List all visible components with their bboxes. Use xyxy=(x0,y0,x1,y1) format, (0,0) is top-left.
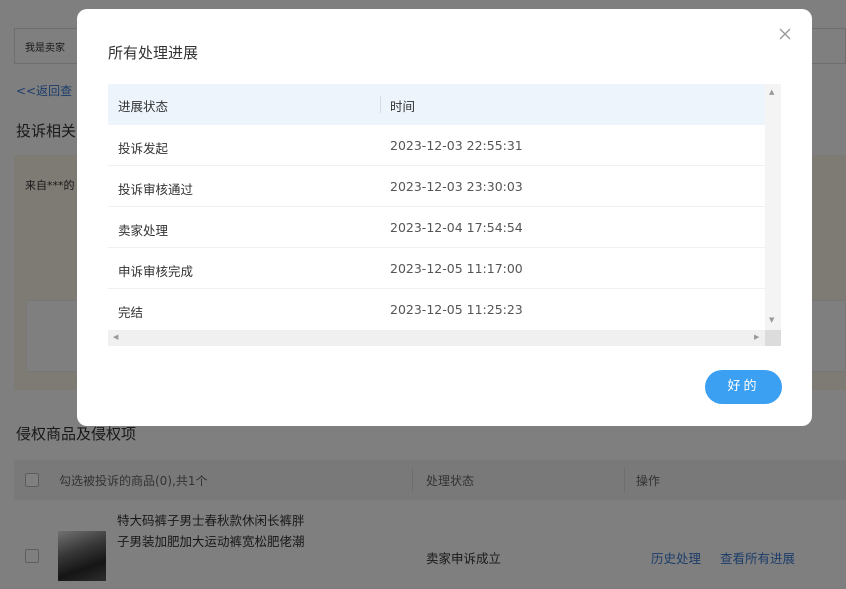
vertical-scrollbar[interactable]: ▲ ▼ xyxy=(765,84,781,330)
ok-button[interactable]: 好的 xyxy=(705,370,782,404)
dialog-title: 所有处理进展 xyxy=(108,44,199,62)
close-icon[interactable] xyxy=(776,25,794,43)
scrollbar-corner xyxy=(765,330,781,346)
row-status: 卖家处理 xyxy=(118,223,169,238)
scroll-left-icon[interactable]: ◀ xyxy=(113,333,118,341)
row-time: 2023-12-05 11:25:23 xyxy=(390,302,523,317)
row-time: 2023-12-03 22:55:31 xyxy=(390,138,523,153)
table-row: 投诉审核通过 2023-12-03 23:30:03 xyxy=(108,166,765,207)
scroll-up-icon[interactable]: ▲ xyxy=(769,88,774,96)
table-row: 申诉审核完成 2023-12-05 11:17:00 xyxy=(108,248,765,289)
progress-table-header: 进展状态 时间 xyxy=(108,84,765,125)
row-time: 2023-12-03 23:30:03 xyxy=(390,179,523,194)
header-divider xyxy=(380,96,381,113)
table-row: 卖家处理 2023-12-04 17:54:54 xyxy=(108,207,765,248)
row-status: 投诉发起 xyxy=(118,141,169,156)
row-status: 投诉审核通过 xyxy=(118,182,194,197)
scroll-right-icon[interactable]: ▶ xyxy=(754,333,759,341)
scroll-down-icon[interactable]: ▼ xyxy=(769,316,774,324)
row-time: 2023-12-05 11:17:00 xyxy=(390,261,523,276)
row-status: 完结 xyxy=(118,305,144,320)
horizontal-scrollbar[interactable]: ◀ ▶ xyxy=(108,330,781,346)
progress-dialog: 所有处理进展 进展状态 时间 投诉发起 2023-12-03 22:55:31 … xyxy=(77,9,812,426)
row-status: 申诉审核完成 xyxy=(118,264,194,279)
header-time: 时间 xyxy=(390,99,416,114)
header-status: 进展状态 xyxy=(118,99,169,114)
table-row: 投诉发起 2023-12-03 22:55:31 xyxy=(108,125,765,166)
table-row: 完结 2023-12-05 11:25:23 xyxy=(108,289,765,330)
progress-table: 进展状态 时间 投诉发起 2023-12-03 22:55:31 投诉审核通过 … xyxy=(108,84,781,346)
row-time: 2023-12-04 17:54:54 xyxy=(390,220,523,235)
